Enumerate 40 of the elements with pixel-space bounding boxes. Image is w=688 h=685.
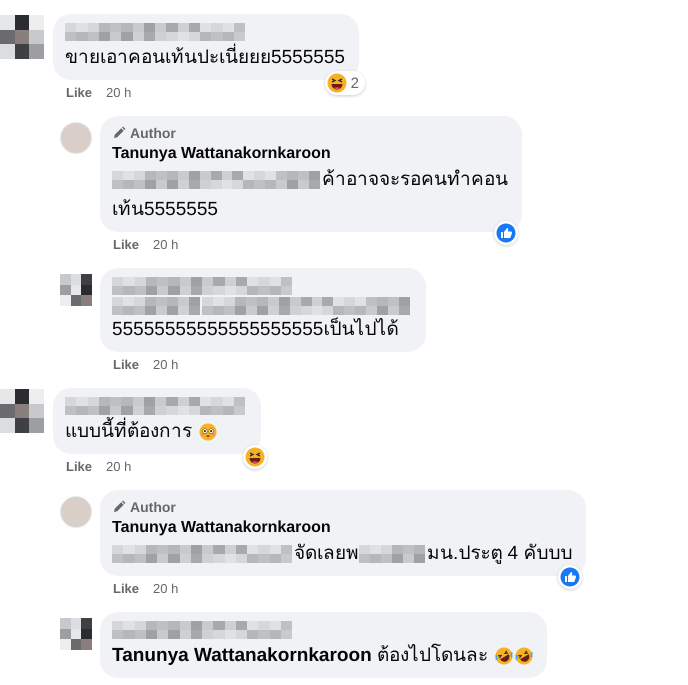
laughing-emoji-icon	[326, 73, 347, 93]
blurred-text	[359, 545, 425, 563]
like-link[interactable]: Like	[113, 581, 140, 601]
like-link[interactable]: Like	[66, 459, 92, 479]
blurred-avatar[interactable]	[60, 274, 92, 306]
comment-text: แบบนี้ที่ต้องการ	[65, 417, 198, 447]
comment-text: ค้าอาจจะรอคนทำคอน	[322, 168, 508, 192]
timestamp[interactable]: 20 h	[106, 459, 132, 479]
thumbs-up-icon	[496, 223, 516, 243]
comment-text: ขายเอาคอนเท้นปะเนี่ยยย5555555	[65, 43, 345, 73]
flushed-emoji-icon	[199, 423, 218, 441]
author-label: Author	[112, 497, 176, 517]
comment-text: จัดเลยพ	[294, 542, 359, 566]
reaction-badge[interactable]: 2	[324, 71, 365, 95]
comment-text: 55555555555555555555เป็นไปได้	[112, 316, 398, 342]
rofl-emoji-icon	[495, 647, 514, 665]
pencil-icon	[112, 500, 126, 514]
mention-link[interactable]: Tanunya Wattanakornkaroon	[112, 641, 372, 671]
blurred-avatar[interactable]	[0, 389, 44, 433]
timestamp[interactable]: 20 h	[153, 581, 178, 601]
like-link[interactable]: Like	[66, 85, 92, 105]
blurred-avatar[interactable]	[60, 618, 92, 650]
timestamp[interactable]: 20 h	[153, 357, 178, 377]
timestamp[interactable]: 20 h	[106, 85, 132, 105]
rofl-emoji-icon	[515, 647, 534, 665]
blurred-avatar[interactable]	[0, 15, 44, 59]
reaction-count: 2	[350, 74, 360, 92]
reaction-badge[interactable]	[243, 445, 267, 469]
timestamp[interactable]: 20 h	[153, 237, 178, 257]
pencil-icon	[112, 126, 126, 140]
author-label: Author	[112, 123, 176, 143]
comment-text: มน.ประตู 4 คับบบ	[427, 542, 572, 566]
like-link[interactable]: Like	[113, 357, 140, 377]
author-name[interactable]: Tanunya Wattanakornkaroon	[112, 517, 572, 539]
laughing-emoji-icon	[245, 447, 265, 467]
comment-text: เท้น5555555	[112, 198, 218, 222]
author-name[interactable]: Tanunya Wattanakornkaroon	[112, 143, 508, 165]
comment-text: ต้องไปโดนละ	[376, 642, 489, 668]
thumbs-up-icon	[560, 567, 580, 587]
like-link[interactable]: Like	[113, 237, 140, 257]
